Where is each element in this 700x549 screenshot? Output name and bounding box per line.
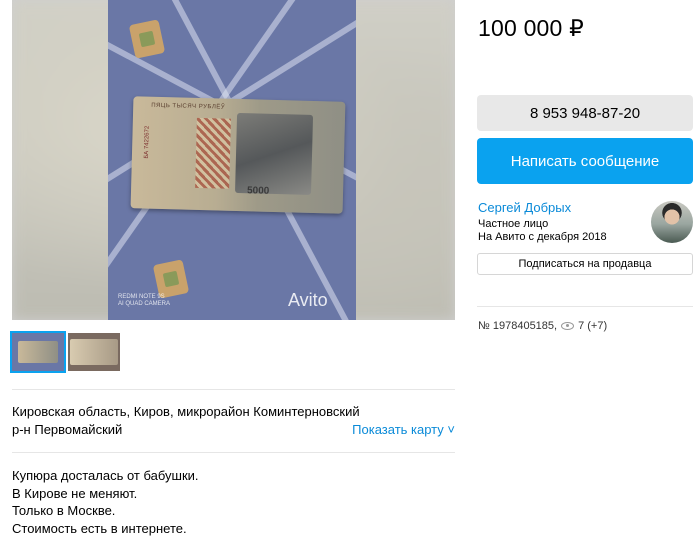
photo-gallery[interactable]: ПЯЦЬ ТЫСЯЧ РУБЛЁЎ БА 7422672 5000 REDMI … [12, 0, 455, 320]
decoration-chip [128, 19, 166, 59]
write-message-button[interactable]: Написать сообщение [477, 138, 693, 184]
chevron-down-icon: ˅ [447, 422, 455, 437]
divider [12, 389, 455, 390]
thumbnail-2[interactable] [68, 333, 120, 371]
views-count: 7 (+7) [578, 320, 608, 332]
camera-watermark: REDMI NOTE 9S AI QUAD CAMERA [118, 294, 170, 308]
description-line: Стоимость есть в интернете. [12, 520, 187, 536]
subscribe-seller-button[interactable]: Подписаться на продавца [477, 253, 693, 275]
price: 100 000 ₽ [478, 15, 584, 41]
show-phone-button[interactable]: 8 953 948-87-20 [477, 95, 693, 131]
watermark-line-2: AI QUAD CAMERA [118, 301, 171, 307]
listing-meta: № 1978405185, 7 (+7) [478, 320, 607, 332]
seller-avatar[interactable] [651, 201, 693, 243]
address-line-1: Кировская область, Киров, микрорайон Ком… [12, 404, 360, 419]
thumbnail-strip [10, 331, 120, 373]
seller-name-link[interactable]: Сергей Добрых [478, 200, 571, 215]
show-map-link[interactable]: Показать карту ˅ [352, 421, 455, 439]
address-district: р-н Первомайский [12, 422, 123, 437]
description-line: В Кирове не меняют. [12, 485, 138, 501]
divider [12, 452, 455, 453]
description-line: Только в Москве. [12, 503, 116, 518]
thumbnail-1[interactable] [10, 331, 66, 373]
watermark-line-1: REDMI NOTE 9S [118, 294, 165, 300]
thumbnail-image [18, 341, 58, 363]
seller-type: Частное лицо [478, 218, 549, 230]
avito-watermark-logo: Avito [288, 290, 328, 310]
banknote-scene [235, 112, 314, 195]
eye-icon [561, 322, 575, 330]
description-line: Купюра досталась от бабушки. [12, 468, 199, 483]
listing-id: № 1978405185, [478, 320, 558, 332]
banknote-denomination: 5000 [246, 185, 270, 197]
decoration-chip [152, 259, 190, 299]
banknote-ornament [195, 117, 231, 189]
seller-since: На Авито с декабря 2018 [478, 231, 607, 243]
banknote-top-text: ПЯЦЬ ТЫСЯЧ РУБЛЁЎ [151, 102, 226, 111]
description: Купюра досталась от бабушки. В Кирове не… [12, 467, 455, 537]
banknote-serial: БА 7422672 [143, 125, 151, 159]
thumbnail-image [70, 339, 118, 365]
address-block: Кировская область, Киров, микрорайон Ком… [12, 403, 455, 439]
banknote-image: ПЯЦЬ ТЫСЯЧ РУБЛЁЎ БА 7422672 5000 [130, 96, 346, 214]
divider [477, 306, 693, 307]
main-photo[interactable]: ПЯЦЬ ТЫСЯЧ РУБЛЁЎ БА 7422672 5000 REDMI … [108, 0, 356, 320]
show-map-label: Показать карту [352, 422, 444, 437]
